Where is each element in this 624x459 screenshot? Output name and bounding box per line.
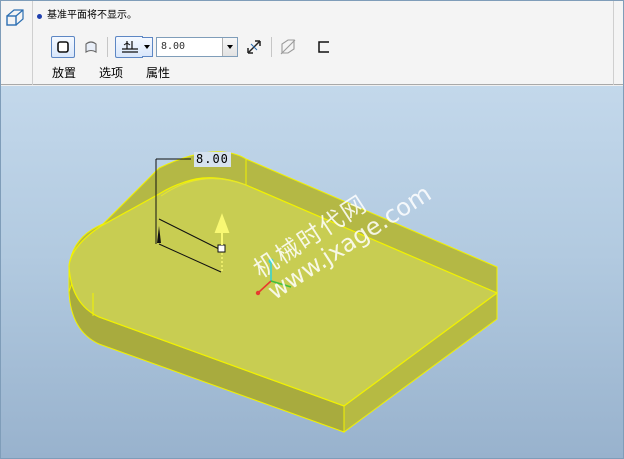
message-line: 基准平面将不显示。	[37, 9, 137, 23]
remove-material-icon	[280, 39, 296, 55]
thicken-button[interactable]	[312, 36, 336, 58]
dimension-value-label[interactable]: 8.00	[194, 152, 231, 167]
surface-icon	[85, 41, 97, 53]
surface-button[interactable]	[79, 36, 103, 58]
tab-options[interactable]: 选项	[99, 66, 123, 80]
solid-button[interactable]	[51, 36, 75, 58]
app-window: 基准平面将不显示。 8.00 放置 选项 属性 8.00 机械时代网 www.j…	[0, 0, 624, 459]
csys-x-dot	[255, 290, 261, 296]
depth-value-combo[interactable]: 8.00	[156, 37, 238, 57]
tab-properties[interactable]: 属性	[146, 66, 170, 80]
extrude-feature-icon	[5, 7, 27, 29]
thicken-icon	[318, 41, 329, 53]
feature-dashboard: 基准平面将不显示。 8.00 放置 选项 属性	[1, 1, 623, 85]
message-text: 基准平面将不显示。	[47, 10, 137, 21]
dashboard-divider	[613, 1, 614, 85]
depth-option-button[interactable]	[115, 36, 143, 58]
dashboard-divider	[32, 1, 33, 85]
depth-option-dropdown[interactable]	[142, 37, 153, 57]
blind-depth-icon	[121, 41, 138, 53]
flip-direction-button[interactable]	[242, 36, 266, 58]
tab-placement[interactable]: 放置	[52, 66, 76, 80]
chevron-down-icon	[227, 45, 233, 49]
chevron-down-icon	[144, 45, 150, 49]
depth-value-dropdown[interactable]	[222, 38, 237, 56]
graphics-window[interactable]: 8.00 机械时代网 www.jxage.com	[1, 86, 623, 458]
drag-handle	[217, 244, 226, 253]
depth-value-input[interactable]: 8.00	[157, 38, 222, 56]
message-bullet-icon	[37, 13, 42, 19]
toolbar-separator	[271, 37, 272, 57]
toolbar-separator	[107, 37, 108, 57]
remove-material-button[interactable]	[276, 36, 300, 58]
flip-direction-icon	[247, 40, 261, 54]
solid-icon	[57, 41, 69, 53]
